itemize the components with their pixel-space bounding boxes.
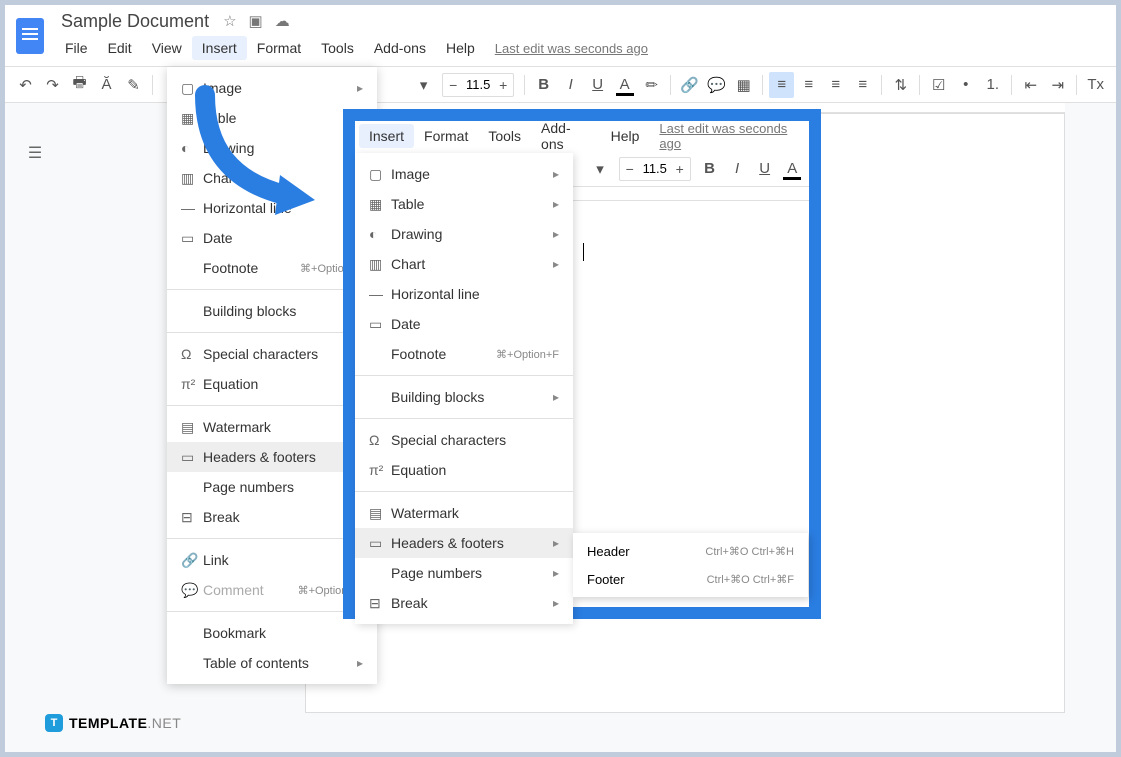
bb-insert-table[interactable]: ▦Table▸ [355, 189, 573, 219]
bb-insert-chart[interactable]: ▥Chart▸ [355, 249, 573, 279]
bb-insert-drawing[interactable]: ◐Drawing▸ [355, 219, 573, 249]
bb-insert-headers-footers[interactable]: ▭Headers & footers▸ [355, 528, 573, 558]
cloud-icon[interactable]: ☁ [275, 12, 290, 30]
bb-menu-help[interactable]: Help [601, 124, 650, 148]
redo-button[interactable]: ↷ [40, 72, 65, 98]
bb-menu-format[interactable]: Format [414, 124, 478, 148]
bb-insert-dropdown: ▢Image▸ ▦Table▸ ◐Drawing▸ ▥Chart▸ —Horiz… [355, 153, 573, 624]
style-dropdown[interactable]: ▾ [411, 72, 436, 98]
menu-view[interactable]: View [142, 36, 192, 60]
document-title[interactable]: Sample Document [55, 11, 215, 32]
bb-insert-equation[interactable]: π²Equation [355, 455, 573, 485]
comment-button[interactable]: 💬 [704, 72, 729, 98]
menu-edit[interactable]: Edit [98, 36, 142, 60]
italic-button[interactable]: I [558, 72, 583, 98]
text-cursor [583, 243, 584, 261]
menu-help[interactable]: Help [436, 36, 485, 60]
bb-text-color[interactable]: A [779, 156, 805, 182]
star-icon[interactable]: ☆ [223, 12, 236, 30]
highlight-button[interactable]: ✏ [639, 72, 664, 98]
menu-tools[interactable]: Tools [311, 36, 364, 60]
numbered-list-button[interactable]: 1. [980, 72, 1005, 98]
bb-insert-date[interactable]: ▭Date [355, 309, 573, 339]
bb-insert-pagenum[interactable]: Page numbers▸ [355, 558, 573, 588]
bb-menu-tools[interactable]: Tools [478, 124, 531, 148]
bb-font-size[interactable]: −11.5+ [619, 157, 691, 181]
paint-format-button[interactable]: ✎ [121, 72, 146, 98]
outdent-button[interactable]: ⇤ [1018, 72, 1043, 98]
underline-button[interactable]: U [585, 72, 610, 98]
submenu-footer[interactable]: Footer Ctrl+⌘O Ctrl+⌘F [573, 565, 808, 593]
menubar: File Edit View Insert Format Tools Add-o… [55, 33, 1116, 63]
bb-insert-footnote[interactable]: Footnote⌘+Option+F [355, 339, 573, 369]
template-net-watermark: T TEMPLATE.NET [45, 714, 181, 732]
move-icon[interactable]: ▣ [249, 12, 263, 30]
docs-icon [16, 18, 44, 54]
bb-menu-addons[interactable]: Add-ons [531, 116, 601, 156]
bb-style-dropdown[interactable]: ▾ [587, 156, 613, 182]
image-button[interactable]: ▦ [731, 72, 756, 98]
bb-insert-watermark[interactable]: ▤Watermark [355, 498, 573, 528]
bb-underline[interactable]: U [752, 156, 778, 182]
bold-button[interactable]: B [531, 72, 556, 98]
bb-bold[interactable]: B [697, 156, 723, 182]
indent-button[interactable]: ⇥ [1045, 72, 1070, 98]
clear-format-button[interactable]: Tx [1083, 72, 1108, 98]
font-size-control[interactable]: − 11.5 + [442, 73, 514, 97]
last-edit-link[interactable]: Last edit was seconds ago [495, 41, 648, 56]
bullet-list-button[interactable]: • [953, 72, 978, 98]
align-left-button[interactable]: ≡ [769, 72, 794, 98]
bb-insert-hline[interactable]: —Horizontal line [355, 279, 573, 309]
bb-insert-image[interactable]: ▢Image▸ [355, 159, 573, 189]
text-color-button[interactable]: A [612, 72, 637, 98]
bb-insert-break[interactable]: ⊟Break▸ [355, 588, 573, 618]
bb-menu-insert[interactable]: Insert [359, 124, 414, 148]
checklist-button[interactable]: ☑ [926, 72, 951, 98]
undo-button[interactable]: ↶ [13, 72, 38, 98]
insert-bookmark[interactable]: Bookmark [167, 618, 377, 648]
align-right-button[interactable]: ≡ [823, 72, 848, 98]
menu-insert[interactable]: Insert [192, 36, 247, 60]
print-button[interactable]: 🖶 [67, 72, 92, 98]
headers-footers-submenu: Header Ctrl+⌘O Ctrl+⌘H Footer Ctrl+⌘O Ct… [573, 533, 808, 597]
align-center-button[interactable]: ≡ [796, 72, 821, 98]
bb-italic[interactable]: I [724, 156, 750, 182]
menu-format[interactable]: Format [247, 36, 311, 60]
spellcheck-button[interactable]: Ă [94, 72, 119, 98]
bb-last-edit[interactable]: Last edit was seconds ago [659, 121, 805, 151]
link-button[interactable]: 🔗 [677, 72, 702, 98]
header: Sample Document ☆ ▣ ☁ File Edit View Ins… [5, 5, 1116, 67]
menu-addons[interactable]: Add-ons [364, 36, 436, 60]
submenu-header[interactable]: Header Ctrl+⌘O Ctrl+⌘H [573, 537, 808, 565]
template-net-icon: T [45, 714, 63, 732]
tutorial-highlight-box: Insert Format Tools Add-ons Help Last ed… [343, 109, 821, 619]
font-size-increase[interactable]: + [493, 77, 513, 93]
docs-logo[interactable] [5, 5, 55, 66]
line-spacing-button[interactable]: ⇅ [888, 72, 913, 98]
insert-toc[interactable]: Table of contents▸ [167, 648, 377, 678]
font-size-value[interactable]: 11.5 [463, 77, 493, 92]
outline-toggle[interactable]: ☰ [15, 133, 55, 173]
menu-file[interactable]: File [55, 36, 98, 60]
bb-insert-special[interactable]: ΩSpecial characters [355, 425, 573, 455]
insert-image[interactable]: ▢Image▸ [167, 73, 377, 103]
font-size-decrease[interactable]: − [443, 77, 463, 93]
align-justify-button[interactable]: ≡ [850, 72, 875, 98]
bb-insert-building[interactable]: Building blocks▸ [355, 382, 573, 412]
